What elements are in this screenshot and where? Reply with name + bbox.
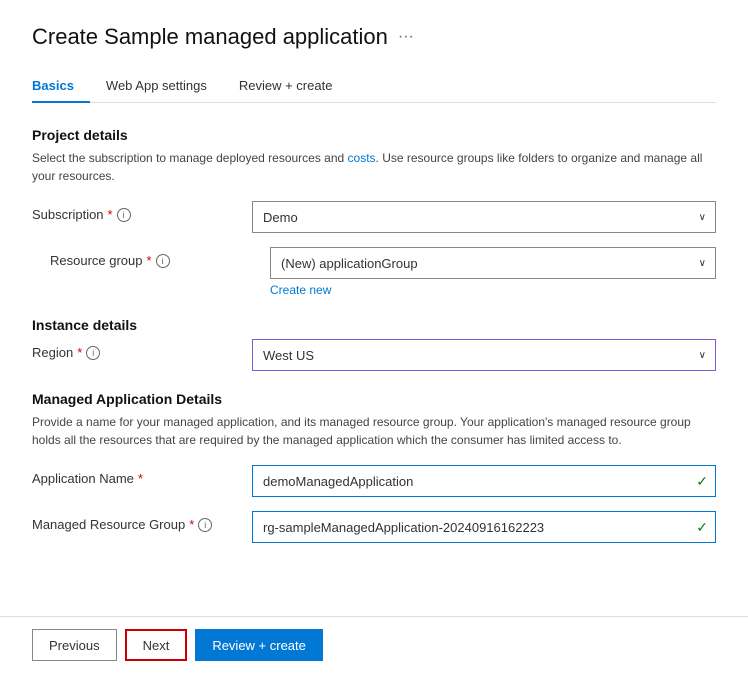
subscription-row: Subscription * i Demo ∨	[32, 201, 716, 233]
subscription-required: *	[108, 207, 113, 222]
page-title: Create Sample managed application	[32, 24, 388, 50]
resource-group-select[interactable]: (New) applicationGroup	[270, 247, 716, 279]
managed-resource-group-info-icon[interactable]: i	[198, 518, 212, 532]
managed-resource-group-required: *	[189, 517, 194, 532]
application-name-valid-icon: ✓	[696, 473, 708, 490]
application-name-input[interactable]	[252, 465, 716, 497]
bottom-bar: Previous Next Review + create	[0, 616, 748, 673]
instance-details-heading: Instance details	[32, 317, 716, 333]
managed-resource-group-input[interactable]	[252, 511, 716, 543]
next-button[interactable]: Next	[125, 629, 188, 661]
subscription-label: Subscription * i	[32, 201, 252, 222]
managed-resource-group-row: Managed Resource Group * i ✓	[32, 511, 716, 543]
application-name-label: Application Name *	[32, 465, 252, 486]
previous-button[interactable]: Previous	[32, 629, 117, 661]
region-info-icon[interactable]: i	[86, 346, 100, 360]
tab-bar: Basics Web App settings Review + create	[32, 70, 716, 103]
resource-group-info-icon[interactable]: i	[156, 254, 170, 268]
costs-link[interactable]: costs	[348, 151, 376, 165]
subscription-info-icon[interactable]: i	[117, 208, 131, 222]
resource-group-required: *	[147, 253, 152, 268]
tab-webapp-settings[interactable]: Web App settings	[106, 70, 223, 103]
region-control: West US ∨	[252, 339, 716, 371]
tab-basics[interactable]: Basics	[32, 70, 90, 103]
resource-group-label: Resource group * i	[50, 247, 270, 268]
managed-resource-group-control: ✓	[252, 511, 716, 543]
managed-app-heading: Managed Application Details	[32, 391, 716, 407]
create-new-link[interactable]: Create new	[270, 283, 331, 297]
application-name-control: ✓	[252, 465, 716, 497]
region-row: Region * i West US ∨	[32, 339, 716, 371]
resource-group-control: (New) applicationGroup ∨ Create new	[270, 247, 716, 297]
resource-group-row: Resource group * i (New) applicationGrou…	[32, 247, 716, 297]
ellipsis-menu-icon[interactable]: ···	[398, 28, 414, 46]
application-name-required: *	[138, 471, 143, 486]
project-details-description: Select the subscription to manage deploy…	[32, 149, 716, 185]
project-details-heading: Project details	[32, 127, 716, 143]
managed-resource-group-label: Managed Resource Group * i	[32, 511, 252, 532]
managed-resource-group-valid-icon: ✓	[696, 519, 708, 536]
managed-app-description: Provide a name for your managed applicat…	[32, 413, 716, 449]
region-select[interactable]: West US	[252, 339, 716, 371]
subscription-select[interactable]: Demo	[252, 201, 716, 233]
application-name-row: Application Name * ✓	[32, 465, 716, 497]
review-create-button[interactable]: Review + create	[195, 629, 323, 661]
region-label: Region * i	[32, 339, 252, 360]
tab-review-create[interactable]: Review + create	[239, 70, 349, 103]
subscription-control: Demo ∨	[252, 201, 716, 233]
region-required: *	[77, 345, 82, 360]
